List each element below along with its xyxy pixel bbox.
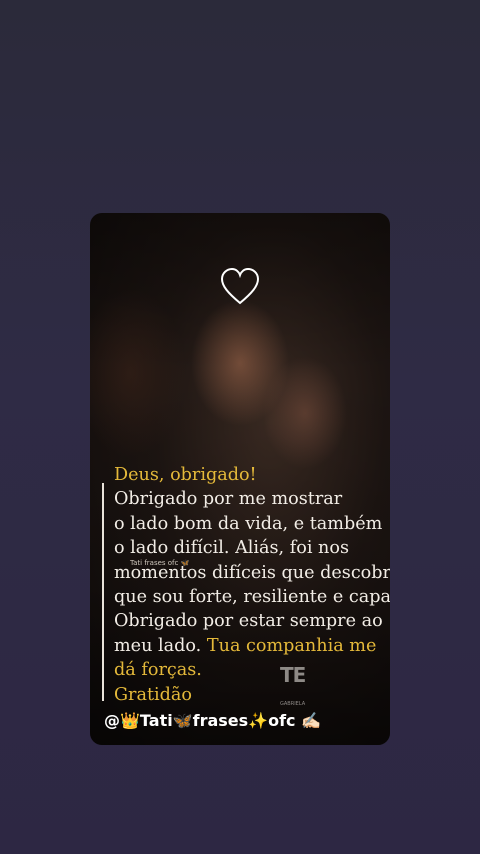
heart-outline-icon [220, 267, 260, 305]
quote-line-plain: meu lado. [114, 635, 207, 656]
quote-line: Obrigado por estar sempre ao [114, 611, 383, 632]
quote-line: meu lado. Tua companhia me [114, 634, 390, 658]
quote-bar [102, 483, 104, 701]
quote-line: o lado difícil. Aliás, foi nos [114, 538, 350, 559]
quote-line: o lado bom da vida, e também [114, 513, 383, 534]
quote-line: dá forças. [114, 660, 202, 681]
quote-closing: Gratidão [114, 684, 192, 705]
brand-logo: TE [280, 663, 306, 687]
quote-line: Deus, obrigado! [114, 465, 257, 485]
brand-logo-subtitle: GABRIELA [280, 701, 306, 707]
quote-line: que sou forte, resiliente e capaz. [114, 587, 390, 608]
author-handle[interactable]: @👑Tati🦋frases✨ofc ✍🏻 [104, 711, 321, 730]
quote-line: Obrigado por me mostrar [114, 489, 343, 510]
story-card: Tati frases ofc 🦋 Deus, obrigado! Obriga… [90, 213, 390, 745]
quote-text: Deus, obrigado! Obrigado por me mostrar … [114, 463, 390, 707]
quote-line-accent: Tua companhia me [206, 635, 377, 656]
quote-line: momentos difíceis que descobri [114, 562, 390, 583]
